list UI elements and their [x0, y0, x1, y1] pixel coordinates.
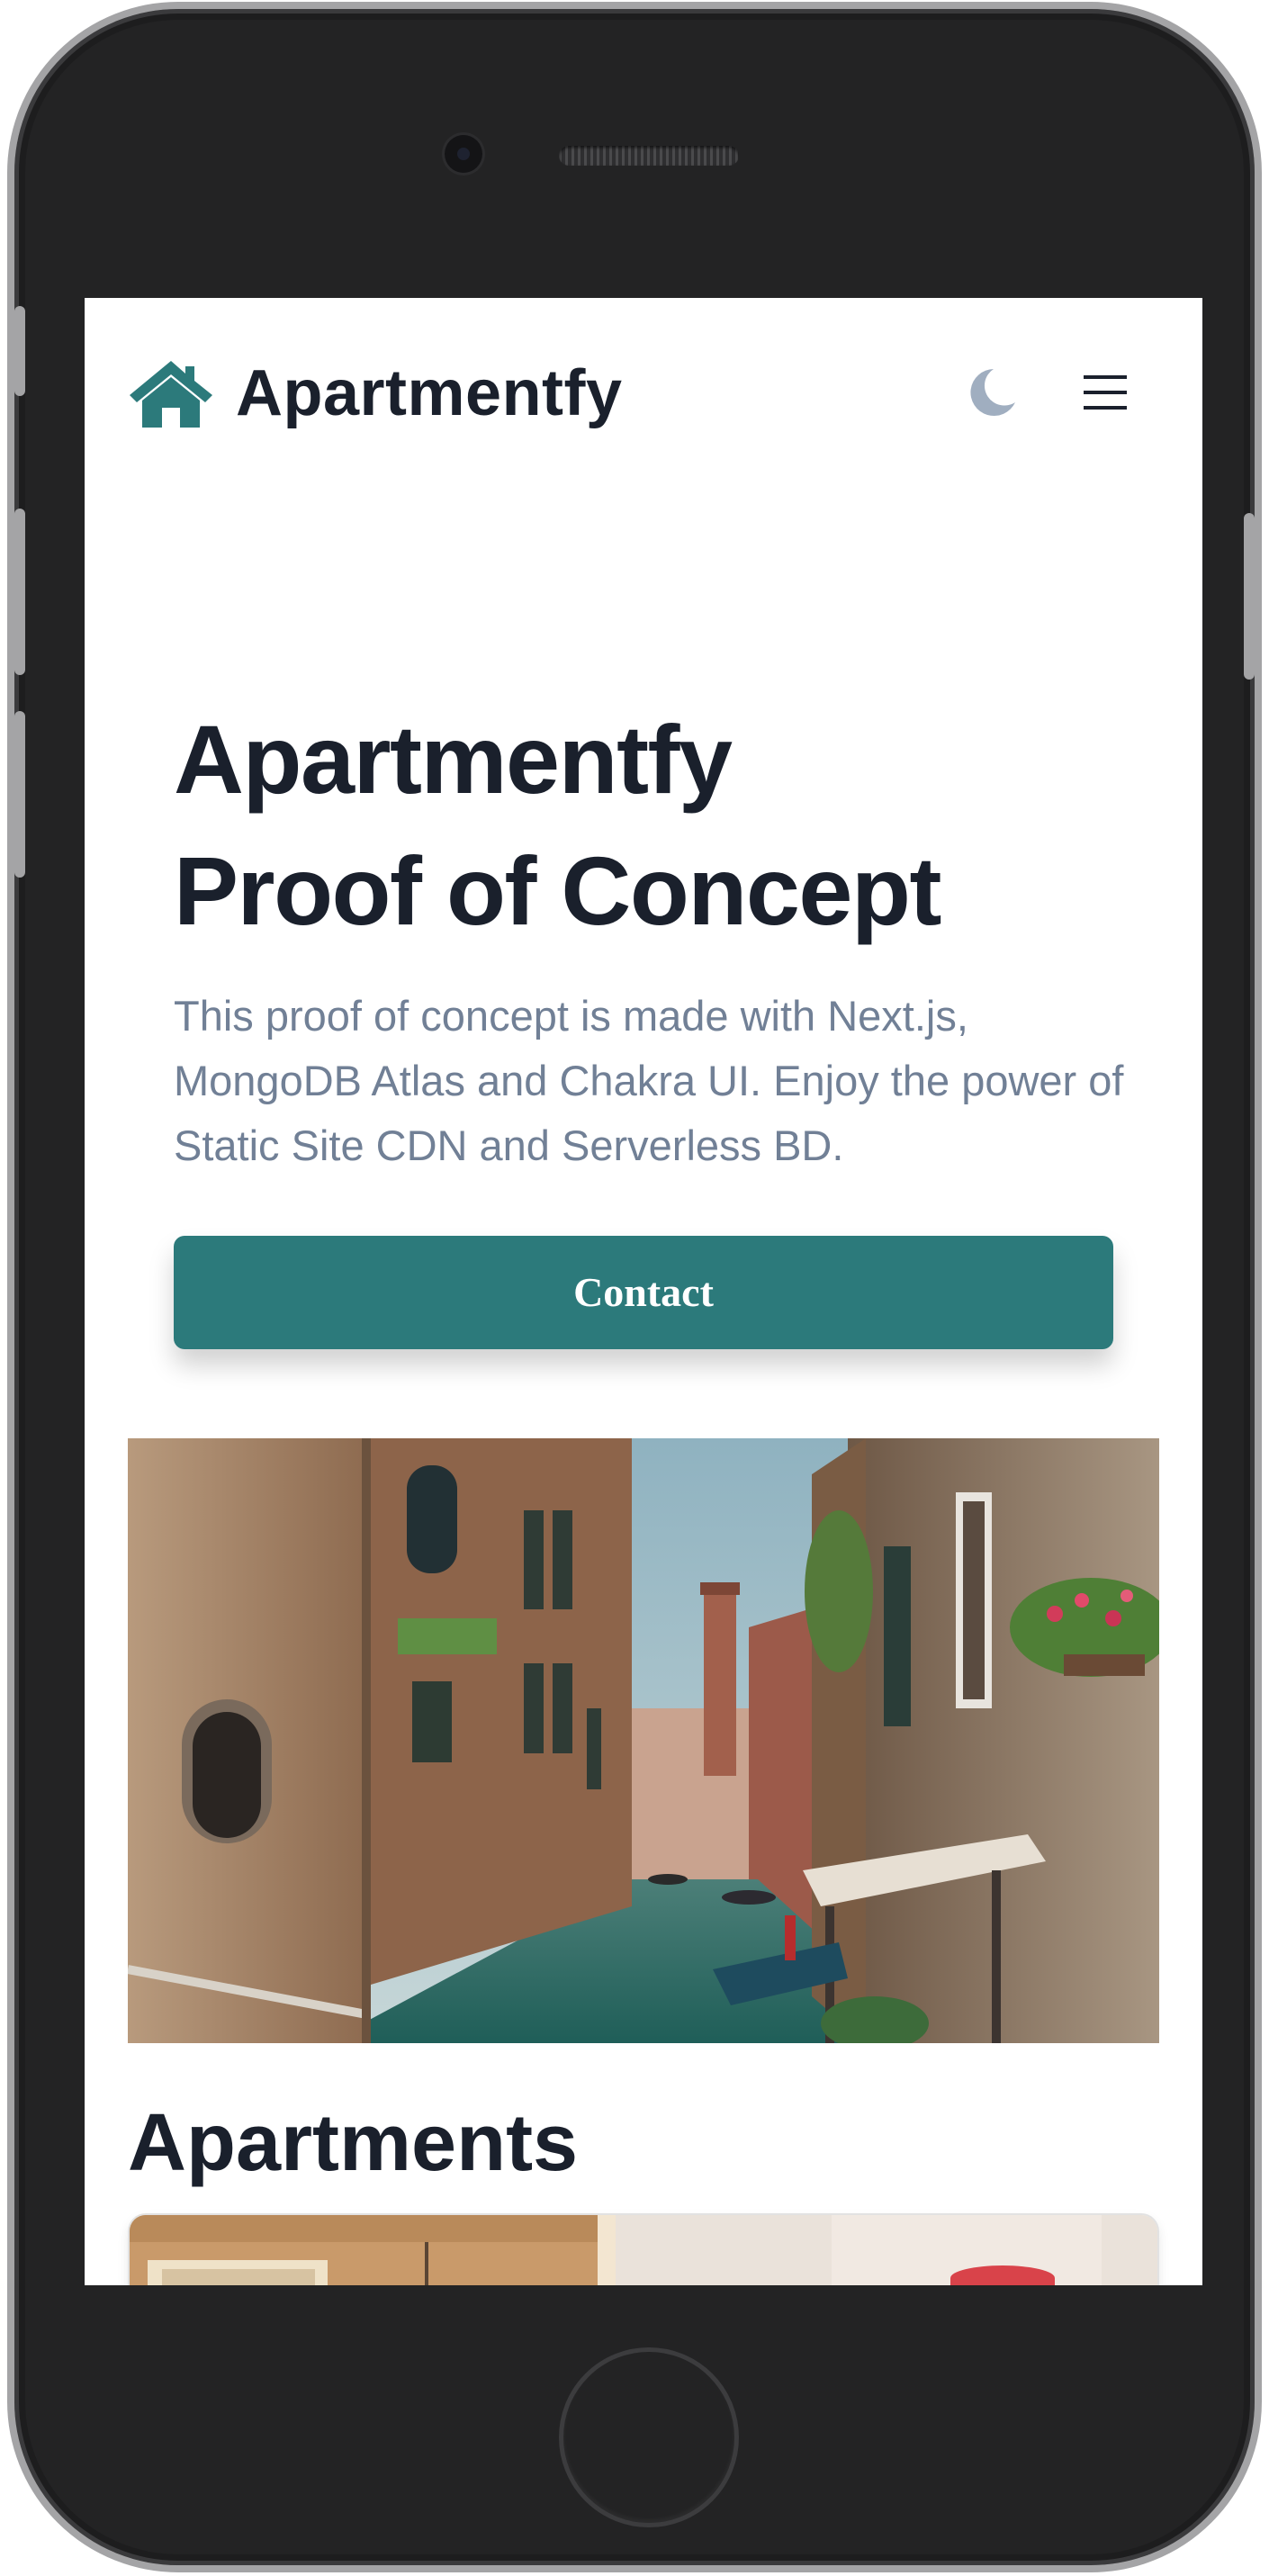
navbar: Apartmentfy [85, 298, 1202, 494]
hero-image-canal [128, 1438, 1159, 2043]
home-icon [130, 361, 212, 428]
moon-icon[interactable] [967, 366, 1017, 419]
volume-down-button [14, 711, 25, 878]
hero-title-line-2: Proof of Concept [174, 836, 941, 945]
hamburger-menu-icon[interactable] [1082, 374, 1129, 411]
brand-link[interactable]: Apartmentfy [128, 357, 623, 429]
hero-title: Apartmentfy Proof of Concept [174, 694, 1128, 957]
earpiece-speaker [559, 146, 739, 166]
volume-up-button [14, 509, 25, 675]
mute-switch [14, 306, 25, 396]
home-button[interactable] [559, 2347, 739, 2527]
brand-name: Apartmentfy [236, 357, 623, 429]
hero-title-line-1: Apartmentfy [174, 705, 733, 814]
power-button [1244, 513, 1255, 680]
hero-description: This proof of concept is made with Next.… [174, 992, 1124, 1169]
apartment-card[interactable] [130, 2215, 1157, 2285]
front-camera [445, 135, 482, 173]
screen: Apartmentfy Apartmentfy Proof of Concept… [85, 298, 1202, 2285]
apartment-card-image [130, 2215, 1157, 2285]
apartments-heading: Apartments [128, 2098, 579, 2188]
contact-button[interactable]: Contact [174, 1236, 1113, 1349]
phone-frame: Apartmentfy Apartmentfy Proof of Concept… [7, 2, 1262, 2572]
